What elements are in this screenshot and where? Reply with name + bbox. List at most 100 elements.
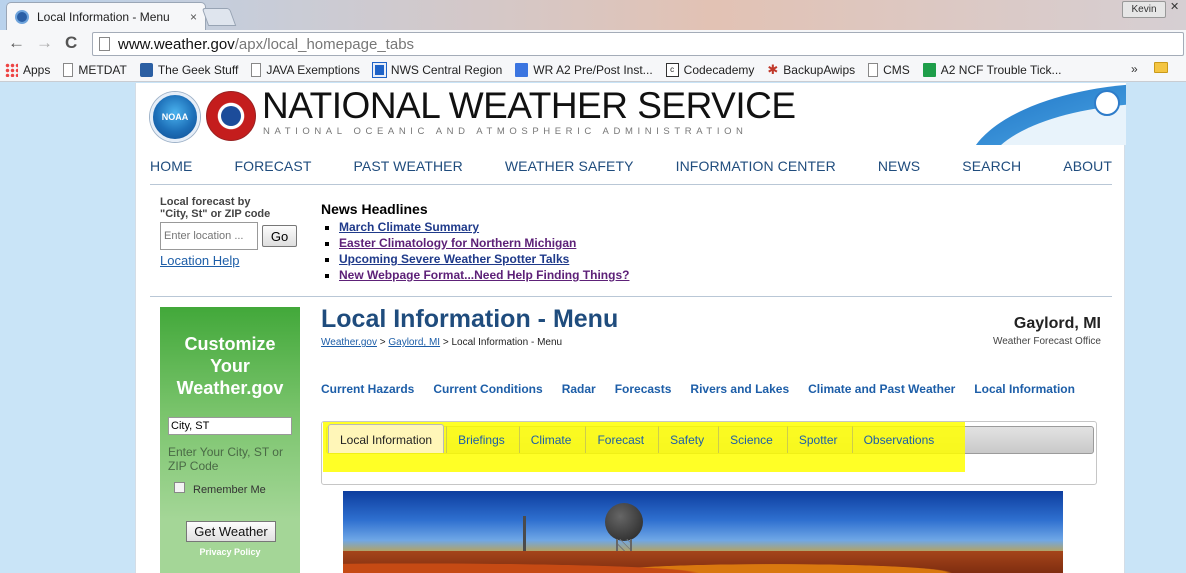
url-path: /apx/local_homepage_tabs [234,35,415,53]
noaa-logo-icon[interactable]: NOAA [150,92,200,142]
bookmark-backupawips[interactable]: ✱ BackupAwips [767,61,855,77]
nav-information-center[interactable]: INFORMATION CENTER [676,158,836,174]
bookmark-wr-a2[interactable]: WR A2 Pre/Post Inst... [515,62,653,77]
nav-about[interactable]: ABOUT [1063,158,1112,174]
remember-me-label[interactable]: Remember Me [193,484,266,496]
nav-search[interactable]: SEARCH [962,158,1021,174]
nav-home[interactable]: HOME [150,158,192,174]
breadcrumb: Weather.gov > Gaylord, MI > Local Inform… [321,337,563,348]
subnav-local-info[interactable]: Local Information [974,382,1075,396]
bookmark-geek-stuff[interactable]: The Geek Stuff [139,62,238,77]
radar-dome [605,503,643,541]
site-header: NOAA NATIONAL WEATHER SERVICE NATIONAL O… [136,83,1126,145]
nav-past-weather[interactable]: PAST WEATHER [354,158,463,174]
bookmark-a2-ncf[interactable]: A2 NCF Trouble Tick... [922,62,1062,77]
tab-forecast[interactable]: Forecast [585,426,656,453]
browser-tab[interactable]: Local Information - Menu × [6,2,206,30]
address-bar[interactable]: www.weather.gov/apx/local_homepage_tabs [92,32,1184,56]
nws-icon [371,61,387,78]
breadcrumb-gaylord[interactable]: Gaylord, MI [388,337,440,348]
news-link[interactable]: March Climate Summary [339,220,479,234]
subnav-current-hazards[interactable]: Current Hazards [321,382,414,396]
remember-me-checkbox[interactable] [174,482,185,493]
city-hint: Enter Your City, ST or ZIP Code [168,445,283,473]
window-close-icon[interactable]: ✕ [1170,0,1179,13]
office-subtitle: Weather Forecast Office [992,336,1101,347]
close-tab-icon[interactable]: × [190,10,197,24]
folder-icon[interactable] [1154,62,1168,73]
sheet-icon [922,62,936,77]
tab-safety[interactable]: Safety [658,426,716,453]
bookmark-nws-central[interactable]: NWS Central Region [371,61,502,78]
paw-icon: ✱ [767,61,779,77]
nav-news[interactable]: NEWS [878,158,920,174]
bookmark-metdat[interactable]: METDAT [63,62,127,77]
back-button[interactable]: ← [8,33,25,53]
nav-weather-safety[interactable]: WEATHER SAFETY [505,158,634,174]
list-item: New Webpage Format...Need Help Finding T… [339,267,629,283]
subnav-forecasts[interactable]: Forecasts [615,382,672,396]
news-link[interactable]: Easter Climatology for Northern Michigan [339,236,576,250]
bookmark-cms[interactable]: CMS [868,62,910,77]
reload-button[interactable]: C [65,33,77,53]
subnav-rivers-lakes[interactable]: Rivers and Lakes [690,382,789,396]
browser-toolbar: ← → C www.weather.gov/apx/local_homepage… [0,30,1186,58]
tab-science[interactable]: Science [718,426,785,453]
subnav-climate-past[interactable]: Climate and Past Weather [808,382,955,396]
customize-title: Customize Your Weather.gov [176,334,284,398]
news-link[interactable]: New Webpage Format...Need Help Finding T… [339,268,629,282]
doc-icon [515,62,529,77]
new-tab-button[interactable] [201,8,237,26]
local-forecast-box: Local forecast by "City, St" or ZIP code… [160,196,310,268]
office-name: Gaylord, MI [1013,315,1101,332]
tab-title: Local Information - Menu [37,9,170,24]
page-icon [251,62,262,77]
tab-observations[interactable]: Observations [851,426,947,453]
privacy-policy-link[interactable]: Privacy Policy [160,547,300,557]
subnav-current-conditions[interactable]: Current Conditions [433,382,542,396]
page-icon [63,62,74,77]
news-headlines: News Headlines March Climate Summary Eas… [321,201,629,283]
info-tab-panel: Local Information Briefings Climate Fore… [321,421,1097,485]
info-tabs: Local Information Briefings Climate Fore… [328,424,948,453]
tab-local-information[interactable]: Local Information [328,424,445,453]
page-title: Local Information - Menu [321,305,619,333]
site-title[interactable]: NATIONAL WEATHER SERVICE [262,85,796,127]
bookmarks-bar: Apps METDAT The Geek Stuff JAVA Exemptio… [0,58,1186,82]
go-button[interactable]: Go [262,225,297,247]
bookmarks-overflow-button[interactable]: » [1131,62,1138,76]
bookmark-apps[interactable]: Apps [5,62,50,77]
tab-climate[interactable]: Climate [518,426,584,453]
local-forecast-label: Local forecast by "City, St" or ZIP code [160,196,271,220]
location-input[interactable] [160,222,258,250]
tab-briefings[interactable]: Briefings [446,426,517,453]
news-heading: News Headlines [321,201,428,217]
location-help-link[interactable]: Location Help [160,253,310,268]
list-item: March Climate Summary [339,219,629,235]
page-icon [99,37,110,51]
customize-sidebar: Customize Your Weather.gov Enter Your Ci… [160,307,300,573]
subnav-radar[interactable]: Radar [562,382,596,396]
office-photo [343,491,1063,573]
bookmark-codecademy[interactable]: c Codecademy [665,62,754,77]
main-content: Local Information - Menu Weather.gov > G… [321,305,1101,573]
get-weather-button[interactable]: Get Weather [186,521,276,542]
breadcrumb-weather-gov[interactable]: Weather.gov [321,337,377,348]
forward-button[interactable]: → [36,33,53,53]
city-st-input[interactable] [168,417,292,435]
nws-logo-icon[interactable] [206,91,256,141]
nav-forecast[interactable]: FORECAST [234,158,311,174]
list-item: Easter Climatology for Northern Michigan [339,235,629,251]
news-link[interactable]: Upcoming Severe Weather Spotter Talks [339,252,569,266]
browser-titlebar: Local Information - Menu × Kevin ✕ [0,0,1186,30]
profile-badge[interactable]: Kevin [1122,1,1166,18]
commerce-seal-icon[interactable] [1094,90,1120,116]
tab-spotter[interactable]: Spotter [786,426,850,453]
page-icon [868,62,879,77]
bookmark-java-exemptions[interactable]: JAVA Exemptions [251,62,360,77]
office-subnav: Current Hazards Current Conditions Radar… [321,382,1094,396]
web-page: NOAA NATIONAL WEATHER SERVICE NATIONAL O… [135,83,1126,573]
breadcrumb-current: Local Information - Menu [451,337,563,348]
nws-favicon-icon [15,9,29,24]
autumn-trees [343,551,1063,573]
